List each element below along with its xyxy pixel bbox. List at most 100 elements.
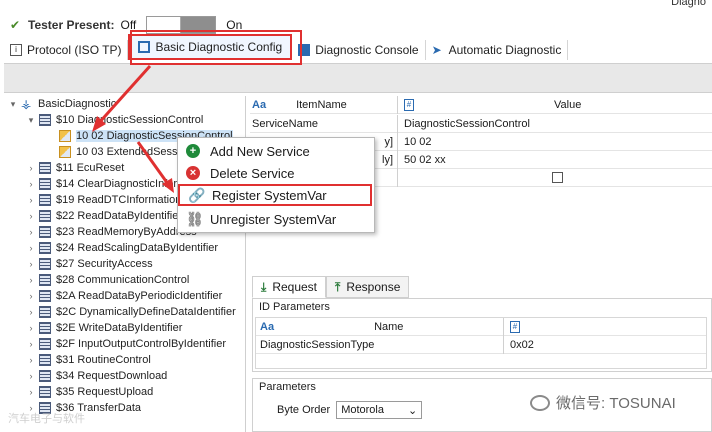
expand-arrow-icon[interactable]: › <box>26 163 36 173</box>
tree-item[interactable]: › $31 RoutineControl <box>26 352 151 368</box>
tree-item[interactable]: › $2C DynamicallyDefineDataIdentifier <box>26 304 236 320</box>
id-parameters-title: ID Parameters <box>259 301 330 313</box>
grid-row-value[interactable]: 50 02 xx <box>400 151 712 169</box>
collapse-arrow-icon[interactable]: ▾ <box>8 99 18 110</box>
tree-item[interactable]: › $11 EcuReset <box>26 160 124 176</box>
service-group-icon <box>39 258 51 270</box>
byte-order-row: Byte Order Motorola ⌄ <box>277 401 423 419</box>
id-grid-row-value[interactable]: 0x02 <box>506 336 534 354</box>
tree-item[interactable]: › $24 ReadScalingDataByIdentifier <box>26 240 218 256</box>
menu-item-delete-service[interactable]: × Delete Service <box>178 162 376 184</box>
expand-arrow-icon[interactable]: › <box>26 355 36 365</box>
grid-header-value: # Value <box>400 96 712 114</box>
expand-arrow-icon[interactable]: › <box>26 275 36 285</box>
id-parameters-section: ID Parameters Aa Name # DiagnosticSession… <box>252 298 712 372</box>
expand-arrow-icon[interactable]: › <box>26 387 36 397</box>
id-grid-row[interactable]: DiagnosticSessionType 0x02 <box>256 335 706 354</box>
tree-item-label: $31 RoutineControl <box>56 354 151 366</box>
tree-item-label: $24 ReadScalingDataByIdentifier <box>56 242 219 254</box>
tree-item[interactable]: › $2F InputOutputControlByIdentifier <box>26 336 226 352</box>
tree-item[interactable]: › $2A ReadDataByPeriodicIdentifier <box>26 288 222 304</box>
menu-item-unregister-systemvar[interactable]: ⛓ Unregister SystemVar <box>178 208 376 230</box>
tree-item[interactable]: › $23 ReadMemoryByAddress <box>26 224 197 240</box>
grid-row-value[interactable]: 10 02 <box>400 133 712 151</box>
tree-item-label: $2F InputOutputControlByIdentifier <box>56 338 226 350</box>
menu-item-add-new-service[interactable]: + Add New Service <box>178 140 376 162</box>
menu-item-label: Register SystemVar <box>212 187 327 203</box>
service-group-icon <box>39 386 51 398</box>
service-group-icon <box>39 274 51 286</box>
collapse-arrow-icon[interactable]: ▾ <box>26 115 36 126</box>
tree-root[interactable]: ▾ ⚶ BasicDiagnostic <box>8 96 117 112</box>
service-group-icon <box>39 354 51 366</box>
id-grid-header: Aa Name # <box>256 317 706 336</box>
grid-header-name: Aa ItemName <box>250 95 398 114</box>
expand-arrow-icon[interactable]: › <box>26 323 36 333</box>
tab-basic-diagnostic-config[interactable]: Basic Diagnostic Config <box>128 34 293 60</box>
expand-arrow-icon[interactable]: › <box>26 259 36 269</box>
menu-item-label: Delete Service <box>210 165 295 181</box>
tester-present-row: ✔ Tester Present: Off On <box>10 16 242 34</box>
download-icon: ⤓ <box>261 279 267 294</box>
expand-arrow-icon[interactable]: › <box>26 179 36 189</box>
service-group-icon <box>39 242 51 254</box>
chevron-down-icon[interactable]: ⌄ <box>408 404 417 417</box>
tree-item-label: $19 ReadDTCInformation <box>56 194 182 206</box>
tree-item[interactable]: › $27 SecurityAccess <box>26 256 153 272</box>
expand-arrow-icon[interactable]: › <box>26 371 36 381</box>
tree-item-label: $22 ReadDataByIdentifier <box>56 210 182 222</box>
expand-arrow-icon[interactable]: › <box>26 211 36 221</box>
tree-item-label: $11 EcuReset <box>56 162 125 174</box>
expand-arrow-icon[interactable]: › <box>26 195 36 205</box>
text-type-icon: Aa <box>252 98 267 111</box>
window-title: Diagno <box>671 0 706 8</box>
tree-item[interactable]: › $19 ReadDTCInformation <box>26 192 181 208</box>
tree-item[interactable]: ▾ $10 DiagnosticSessionControl <box>26 112 203 128</box>
tab-request-label: Request <box>272 280 318 294</box>
main-tabs: i Protocol (ISO TP) Basic Diagnostic Con… <box>4 34 569 60</box>
tree-item[interactable]: › $2E WriteDataByIdentifier <box>26 320 182 336</box>
grid-row[interactable]: ServiceName DiagnosticSessionControl <box>250 114 712 133</box>
send-icon: ➤ <box>431 43 442 57</box>
grid-row-value[interactable] <box>400 169 712 187</box>
upload-icon: ⤒ <box>335 279 341 294</box>
tab-protocol-label: Protocol (ISO TP) <box>27 43 122 57</box>
checkmark-icon: ✔ <box>10 18 21 32</box>
tree-item[interactable]: 10 03 ExtendedSession <box>56 144 192 160</box>
tree-root-label: BasicDiagnostic <box>38 98 117 110</box>
tab-automatic-diagnostic[interactable]: ➤ Automatic Diagnostic <box>426 40 569 60</box>
grid-checkbox[interactable] <box>552 172 563 183</box>
context-menu: + Add New Service × Delete Service 🔗 Reg… <box>177 137 375 233</box>
tree-item-label: 10 03 ExtendedSession <box>76 146 193 158</box>
window-topstrip: Diagno <box>0 0 712 14</box>
console-icon <box>298 44 311 56</box>
protocol-icon: i <box>10 44 22 56</box>
tree-item[interactable]: › $35 RequestUpload <box>26 384 153 400</box>
byte-order-select[interactable]: Motorola ⌄ <box>336 401 423 419</box>
tab-request[interactable]: ⤓ Request <box>252 276 327 298</box>
tree-item-label: $10 DiagnosticSessionControl <box>56 114 204 126</box>
tree-item[interactable]: › $22 ReadDataByIdentifier <box>26 208 182 224</box>
tree-item[interactable]: › $28 CommunicationControl <box>26 272 189 288</box>
grid-row-value[interactable]: DiagnosticSessionControl <box>400 115 712 133</box>
expand-arrow-icon[interactable]: › <box>26 243 36 253</box>
tree-item-label: $2C DynamicallyDefineDataIdentifier <box>56 306 236 318</box>
expand-arrow-icon[interactable]: › <box>26 339 36 349</box>
toggle-on-label: On <box>226 18 243 32</box>
tab-protocol[interactable]: i Protocol (ISO TP) <box>4 40 129 60</box>
tab-diagnostic-console-label: Diagnostic Console <box>315 43 419 57</box>
tab-response[interactable]: ⤒ Response <box>326 276 410 298</box>
service-group-icon <box>39 338 51 350</box>
request-response-tabs: ⤓ Request ⤒ Response <box>252 276 410 298</box>
expand-arrow-icon[interactable]: › <box>26 291 36 301</box>
grid-col-name: ItemName <box>296 98 347 111</box>
tab-diagnostic-console[interactable]: Diagnostic Console <box>292 40 426 60</box>
expand-arrow-icon[interactable]: › <box>26 227 36 237</box>
tester-present-toggle[interactable] <box>146 16 217 34</box>
menu-item-register-systemvar[interactable]: 🔗 Register SystemVar <box>178 184 372 206</box>
service-group-icon <box>39 306 51 318</box>
tree-item[interactable]: › $34 RequestDownload <box>26 368 167 384</box>
expand-arrow-icon[interactable]: › <box>26 307 36 317</box>
toggle-off-label: Off <box>120 18 137 32</box>
toggle-knob[interactable] <box>147 17 182 33</box>
